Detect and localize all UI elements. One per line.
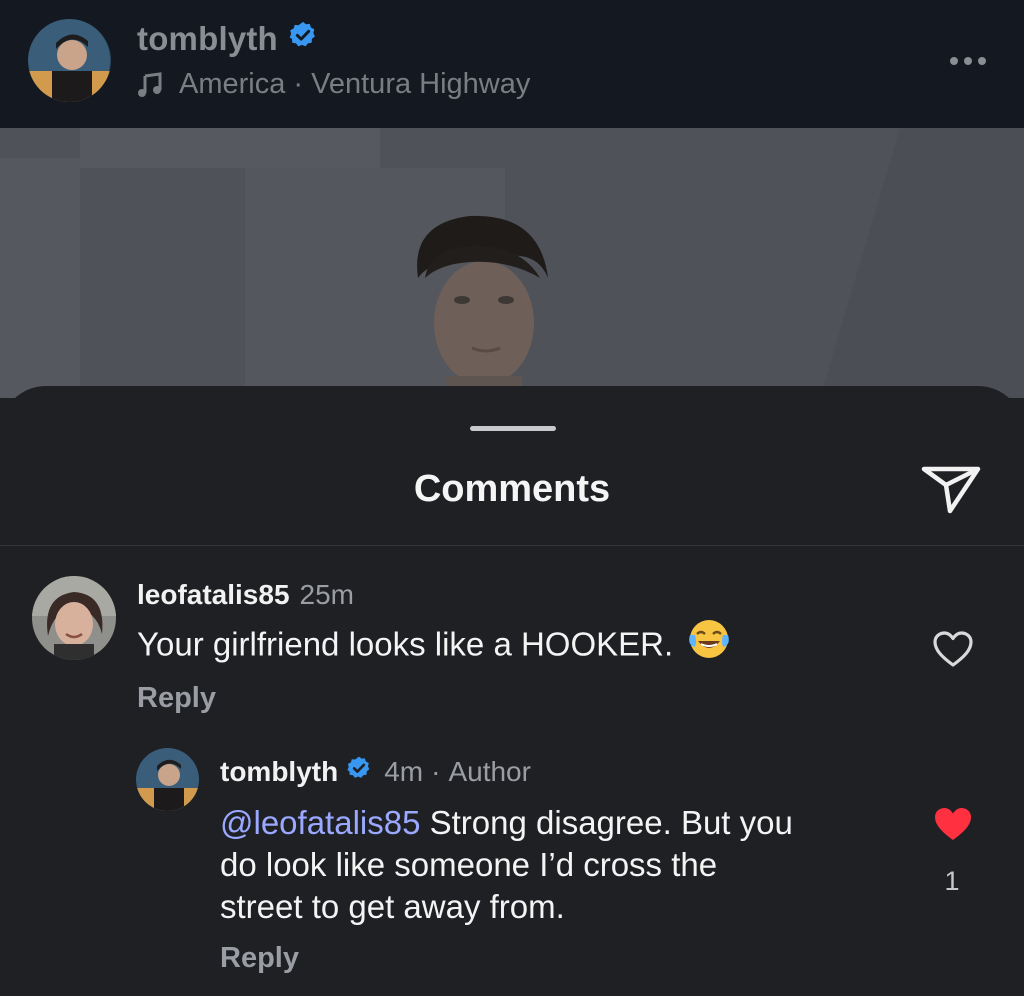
header-divider — [0, 545, 1024, 546]
reply-text: @leofatalis85 Strong disagree. But you d… — [220, 802, 900, 928]
post-header: tomblyth America · Ventura Highway — [0, 0, 1024, 128]
post-photo — [0, 128, 1024, 398]
more-options-icon[interactable] — [948, 54, 988, 66]
tears-of-joy-emoji-icon — [687, 617, 731, 671]
comments-sheet: Comments leofatalis85 25m Your girlfrien… — [0, 386, 1024, 996]
reply-time: 4m — [384, 755, 424, 787]
like-count: 1 — [944, 866, 960, 896]
music-title: America · Ventura Highway — [179, 68, 531, 100]
share-icon[interactable] — [920, 461, 982, 515]
header-username[interactable]: tomblyth — [137, 20, 318, 58]
commenter-avatar[interactable] — [32, 576, 116, 660]
mention-link[interactable]: @leofatalis85 — [220, 804, 420, 841]
reply-username[interactable]: tomblyth — [220, 756, 338, 788]
reply-avatar[interactable] — [136, 748, 199, 811]
verified-badge-icon — [346, 755, 372, 788]
comment-meta: leofatalis85 25m — [137, 579, 354, 611]
separator-dot: · — [431, 755, 441, 787]
comment-text: Your girlfriend looks like a HOOKER. — [137, 620, 731, 671]
reply-button[interactable]: Reply — [137, 682, 216, 715]
comment-username[interactable]: leofatalis85 — [137, 579, 290, 611]
header-username-text[interactable]: tomblyth — [137, 20, 278, 58]
like-heart-icon[interactable] — [932, 630, 974, 673]
music-info[interactable]: America · Ventura Highway — [137, 68, 530, 101]
reply-line-1-text: Strong disagree. But you — [429, 804, 793, 841]
sheet-drag-handle[interactable] — [470, 426, 556, 431]
author-tag: Author — [448, 755, 531, 787]
reply-line-3: street to get away from. — [220, 888, 565, 925]
liked-heart-icon[interactable] — [932, 805, 974, 848]
comments-title: Comments — [413, 468, 611, 510]
comment-time: 25m — [299, 579, 354, 610]
reply-line-1: @leofatalis85 Strong disagree. But you — [220, 802, 900, 844]
verified-badge-icon — [288, 20, 318, 58]
reply-meta: tomblyth 4m · Author — [220, 755, 531, 788]
reply-line-2: do look like someone I’d cross the — [220, 846, 718, 883]
music-note-icon — [137, 71, 163, 98]
comment-body: Your girlfriend looks like a HOOKER. — [137, 625, 674, 663]
profile-avatar[interactable] — [28, 19, 111, 102]
reply-button[interactable]: Reply — [220, 942, 299, 975]
